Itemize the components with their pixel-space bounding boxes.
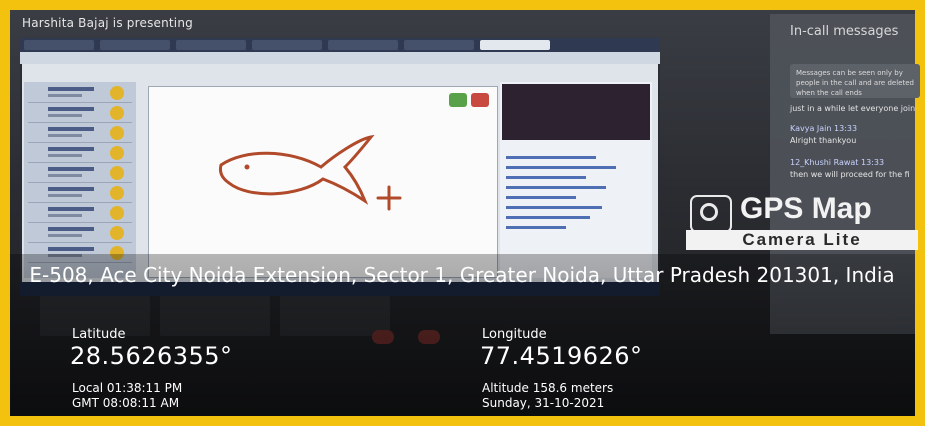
list-item (28, 84, 132, 103)
latitude-value: 28.5626355° (70, 342, 233, 370)
chat-line (506, 206, 602, 209)
incall-title: In-call messages (790, 24, 899, 39)
thumbs-down-icon[interactable] (471, 93, 489, 107)
gps-app-title: GPS Map (740, 192, 872, 225)
message-text: then we will proceed for the fi (790, 170, 910, 179)
browser-tab[interactable] (404, 40, 474, 50)
message-sender: Kavya Jain 13:33 (790, 124, 858, 133)
list-item (28, 104, 132, 123)
players-list (24, 82, 136, 278)
incall-note: Messages can be seen only by people in t… (790, 64, 920, 98)
chat-line (506, 226, 566, 229)
message-text: just in a while let everyone join (790, 104, 916, 113)
gps-app-subtitle: Camera Lite (686, 230, 918, 250)
browser-tab[interactable] (252, 40, 322, 50)
chat-line (506, 216, 590, 219)
chat-line (506, 156, 596, 159)
list-item (28, 164, 132, 183)
incall-note-text: Messages can be seen only by people in t… (796, 69, 914, 96)
browser-tab[interactable] (176, 40, 246, 50)
local-time: Local 01:38:11 PM (72, 381, 183, 395)
drawing-canvas[interactable] (148, 86, 498, 278)
list-item (28, 224, 132, 243)
gps-address: E-508, Ace City Noida Extension, Sector … (29, 263, 895, 287)
chat-line (506, 186, 606, 189)
altitude: Altitude 158.6 meters (482, 381, 614, 395)
thumbs-up-icon[interactable] (449, 93, 467, 107)
chat-line (506, 196, 576, 199)
browser-tab-active[interactable] (480, 40, 550, 50)
list-item (28, 184, 132, 203)
browser-tab[interactable] (24, 40, 94, 50)
chat-panel (500, 82, 652, 278)
chat-line (506, 176, 586, 179)
list-item (28, 124, 132, 143)
presenting-label: Harshita Bajaj is presenting (22, 16, 193, 30)
bookmarks-bar (20, 52, 660, 64)
camera-lens-icon (690, 195, 732, 233)
browser-tab[interactable] (328, 40, 398, 50)
longitude-value: 77.4519626° (480, 342, 643, 370)
date: Sunday, 31-10-2021 (482, 396, 605, 410)
browser-tab[interactable] (100, 40, 170, 50)
chat-line (506, 166, 616, 169)
ad-image (502, 84, 650, 140)
browser-tab-bar (20, 38, 660, 52)
gmt-time: GMT 08:08:11 AM (72, 396, 180, 410)
message-text: Alright thankyou (790, 136, 857, 145)
latitude-label: Latitude (72, 327, 126, 342)
longitude-label: Longitude (482, 327, 547, 342)
fish-drawing (219, 134, 402, 211)
list-item (28, 204, 132, 223)
list-item (28, 144, 132, 163)
message-sender: 12_Khushi Rawat 13:33 (790, 158, 885, 167)
